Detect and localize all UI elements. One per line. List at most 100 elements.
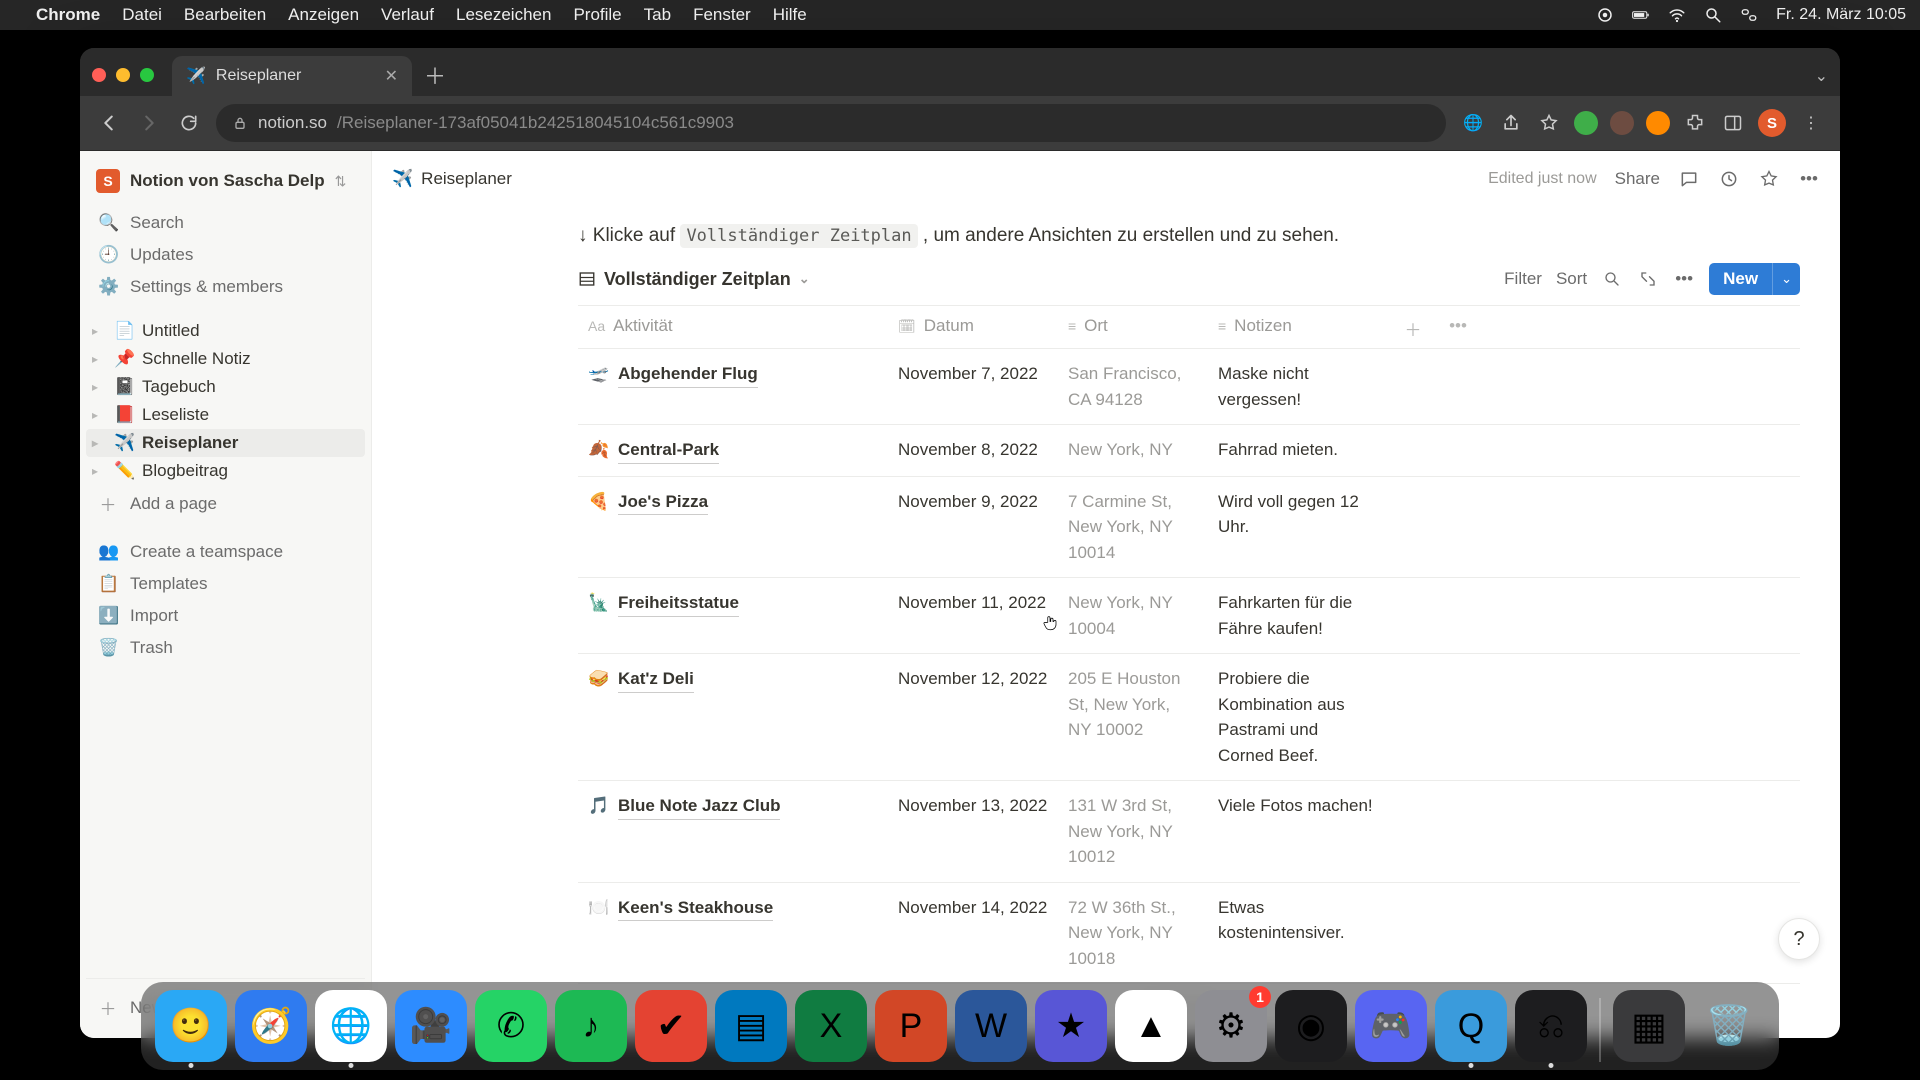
chrome-menu-icon[interactable]: ⋮ <box>1798 110 1824 136</box>
dock-app-siri[interactable]: ◉ <box>1275 990 1347 1062</box>
sidebar-import[interactable]: ⬇️Import <box>86 600 365 632</box>
cell-notes[interactable]: Wird voll gegen 12 Uhr. <box>1208 487 1388 542</box>
menubar-app-name[interactable]: Chrome <box>36 5 100 25</box>
sidebar-page-item[interactable]: ▸📕Leseliste <box>86 401 365 429</box>
disclosure-caret-icon[interactable]: ▸ <box>92 380 106 394</box>
cell-date[interactable]: November 9, 2022 <box>888 487 1058 517</box>
sidebar-page-item[interactable]: ▸📌Schnelle Notiz <box>86 345 365 373</box>
dock-app-settings[interactable]: ⚙1 <box>1195 990 1267 1062</box>
menu-lesezeichen[interactable]: Lesezeichen <box>456 5 551 25</box>
cell-place[interactable]: New York, NY <box>1058 435 1208 465</box>
dock-app-quicktime[interactable]: Q <box>1435 990 1507 1062</box>
cell-date[interactable]: November 11, 2022 <box>888 588 1058 618</box>
extension-3-icon[interactable] <box>1646 111 1670 135</box>
cell-date[interactable]: November 8, 2022 <box>888 435 1058 465</box>
extension-1-icon[interactable] <box>1574 111 1598 135</box>
dock-app-spotify[interactable]: ♪ <box>555 990 627 1062</box>
sidebar-settings[interactable]: ⚙️Settings & members <box>86 271 365 303</box>
sidebar-search[interactable]: 🔍Search <box>86 207 365 239</box>
extension-2-icon[interactable] <box>1610 111 1634 135</box>
tab-overflow-button[interactable]: ⌄ <box>1815 66 1828 86</box>
extensions-puzzle-icon[interactable] <box>1682 110 1708 136</box>
disclosure-caret-icon[interactable]: ▸ <box>92 324 106 338</box>
spotlight-icon[interactable] <box>1704 6 1722 24</box>
menu-bearbeiten[interactable]: Bearbeiten <box>184 5 266 25</box>
dock-app-discord[interactable]: 🎮 <box>1355 990 1427 1062</box>
table-row[interactable]: 🛫Abgehender FlugNovember 7, 2022San Fran… <box>578 349 1800 425</box>
new-button-dropdown-icon[interactable]: ⌄ <box>1772 263 1800 295</box>
cell-notes[interactable]: Viele Fotos machen! <box>1208 791 1388 821</box>
cell-notes[interactable]: Probiere die Kombination aus Pastrami un… <box>1208 664 1388 770</box>
database-sort-button[interactable]: Sort <box>1556 269 1587 289</box>
dock-app-whatsapp[interactable]: ✆ <box>475 990 547 1062</box>
dock-app-missioncontrol[interactable]: ▦ <box>1613 990 1685 1062</box>
cell-activity[interactable]: 🛫Abgehender Flug <box>578 359 888 390</box>
menu-hilfe[interactable]: Hilfe <box>773 5 807 25</box>
battery-icon[interactable] <box>1632 6 1650 24</box>
column-add-icon[interactable]: ＋ <box>1388 306 1438 351</box>
sidebar-page-item[interactable]: ▸📄Untitled <box>86 317 365 345</box>
tab-close-icon[interactable]: ✕ <box>385 66 398 86</box>
column-header-date[interactable]: 🗓Datum <box>888 306 1058 346</box>
dock-app-zoom[interactable]: 🎥 <box>395 990 467 1062</box>
menu-verlauf[interactable]: Verlauf <box>381 5 434 25</box>
sidebar-templates[interactable]: 📋Templates <box>86 568 365 600</box>
nav-back-button[interactable] <box>96 110 122 136</box>
table-row[interactable]: 🍕Joe's PizzaNovember 9, 20227 Carmine St… <box>578 477 1800 579</box>
cell-date[interactable]: November 12, 2022 <box>888 664 1058 694</box>
workspace-switcher[interactable]: S Notion von Sascha Delp ⇅ <box>86 163 365 207</box>
cell-activity[interactable]: 🍽️Keen's Steakhouse <box>578 893 888 924</box>
column-more-icon[interactable]: ••• <box>1438 306 1478 346</box>
site-lock-icon[interactable] <box>232 115 248 131</box>
history-icon[interactable] <box>1718 168 1740 190</box>
window-traffic-lights[interactable] <box>92 68 154 82</box>
cell-place[interactable]: 205 E Houston St, New York, NY 10002 <box>1058 664 1208 745</box>
bookmark-star-icon[interactable] <box>1536 110 1562 136</box>
database-expand-icon[interactable] <box>1637 270 1659 288</box>
sidebar-trash[interactable]: 🗑️Trash <box>86 632 365 664</box>
dock-app-safari[interactable]: 🧭 <box>235 990 307 1062</box>
profile-avatar[interactable]: S <box>1758 109 1786 137</box>
sidebar-updates[interactable]: 🕘Updates <box>86 239 365 271</box>
sidebar-add-page[interactable]: ＋Add a page <box>86 485 365 522</box>
database-filter-button[interactable]: Filter <box>1504 269 1542 289</box>
wifi-icon[interactable] <box>1668 6 1686 24</box>
dock-app-drive[interactable]: ▲ <box>1115 990 1187 1062</box>
menu-datei[interactable]: Datei <box>122 5 162 25</box>
dock-app-word[interactable]: W <box>955 990 1027 1062</box>
column-header-place[interactable]: ≡Ort <box>1058 306 1208 346</box>
help-button[interactable]: ? <box>1778 918 1820 960</box>
dock-app-trello[interactable]: ▤ <box>715 990 787 1062</box>
new-button-label[interactable]: New <box>1709 263 1772 295</box>
disclosure-caret-icon[interactable]: ▸ <box>92 408 106 422</box>
dock-app-todoist[interactable]: ✔ <box>635 990 707 1062</box>
comments-icon[interactable] <box>1678 168 1700 190</box>
dock-app-imovie[interactable]: ★ <box>1035 990 1107 1062</box>
breadcrumb[interactable]: ✈️ Reiseplaner <box>392 169 512 189</box>
address-bar[interactable]: notion.so/Reiseplaner-173af05041b2425180… <box>216 104 1446 142</box>
cell-place[interactable]: San Francisco, CA 94128 <box>1058 359 1208 414</box>
sidebar-page-item[interactable]: ▸✏️Blogbeitrag <box>86 457 365 485</box>
database-search-icon[interactable] <box>1601 270 1623 288</box>
nav-forward-button[interactable] <box>136 110 162 136</box>
share-icon[interactable] <box>1498 110 1524 136</box>
table-row[interactable]: 🗽FreiheitsstatueNovember 11, 2022New Yor… <box>578 578 1800 654</box>
database-more-icon[interactable]: ••• <box>1673 269 1695 289</box>
dock-app-chrome[interactable]: 🌐 <box>315 990 387 1062</box>
new-tab-button[interactable]: ＋ <box>418 58 452 92</box>
sidepanel-icon[interactable] <box>1720 110 1746 136</box>
table-row[interactable]: 🍂Central-ParkNovember 8, 2022New York, N… <box>578 425 1800 477</box>
browser-tab[interactable]: ✈️ Reiseplaner ✕ <box>172 56 412 96</box>
dock-app-powerpoint[interactable]: P <box>875 990 947 1062</box>
screen-record-icon[interactable] <box>1596 6 1614 24</box>
table-row[interactable]: 🎵Blue Note Jazz ClubNovember 13, 2022131… <box>578 781 1800 883</box>
cell-place[interactable]: 131 W 3rd St, New York, NY 10012 <box>1058 791 1208 872</box>
nav-reload-button[interactable] <box>176 110 202 136</box>
control-center-icon[interactable] <box>1740 6 1758 24</box>
disclosure-caret-icon[interactable]: ▸ <box>92 436 106 450</box>
cell-date[interactable]: November 13, 2022 <box>888 791 1058 821</box>
cell-place[interactable]: 72 W 36th St., New York, NY 10018 <box>1058 893 1208 974</box>
dock-app-trash[interactable]: 🗑️ <box>1693 990 1765 1062</box>
cell-activity[interactable]: 🗽Freiheitsstatue <box>578 588 888 619</box>
table-row[interactable]: 🍽️Keen's SteakhouseNovember 14, 202272 W… <box>578 883 1800 985</box>
